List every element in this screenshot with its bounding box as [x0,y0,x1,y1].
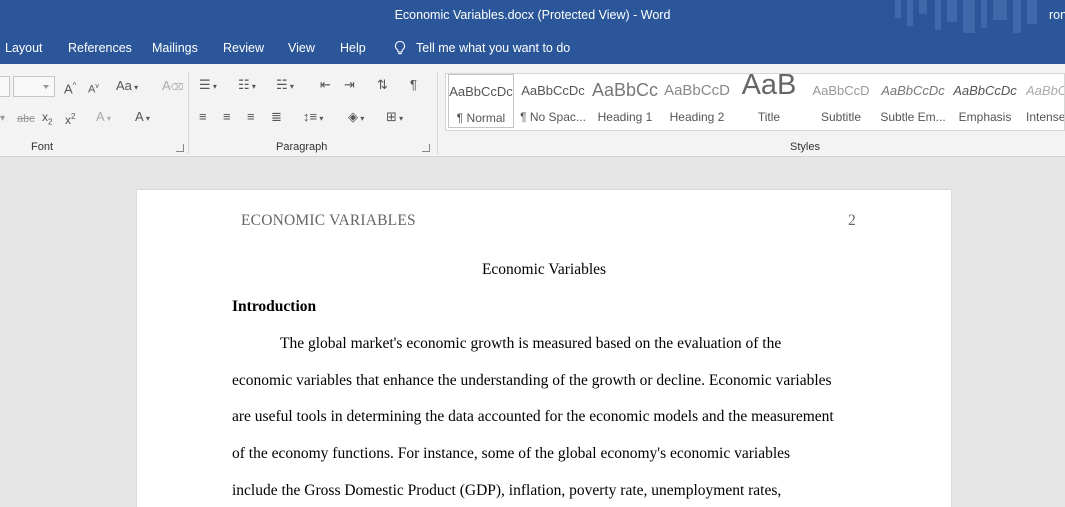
style-sample: AaBbCcDc [953,83,1017,98]
body-line: The global market's economic growth is m… [280,335,782,352]
style-sample: AaBbCcD [812,83,870,98]
style-name: Emphasis [958,110,1012,124]
style-name: Subtle Em... [880,110,946,124]
group-separator [437,72,438,154]
style-sample: AaBbCc [1026,83,1064,98]
section-heading: Introduction [232,298,317,315]
decrease-indent-icon[interactable]: ⇤ [320,77,331,93]
style-no-spacing[interactable]: AaBbCcDc ¶ No Spac... [520,74,586,128]
tell-me-search[interactable]: Tell me what you want to do [393,40,570,56]
style-heading-2[interactable]: AaBbCcD Heading 2 [664,74,730,128]
numbering-icon[interactable]: ☷ ▾ [238,77,256,95]
subscript-icon[interactable]: x2 [42,109,52,130]
document-title: Economic Variables [481,261,607,278]
clear-formatting-icon[interactable]: A⌫ [162,78,183,95]
tab-layout[interactable]: Layout [5,41,43,55]
style-sample: AaBbCcDc [521,83,585,98]
bullets-icon[interactable]: ☰ ▾ [199,77,217,95]
style-intense[interactable]: AaBbCc Intense [1024,74,1065,128]
style-sample: AaBbCcDc [449,84,513,99]
running-head: ECONOMIC VARIABLES [241,212,416,229]
align-center-icon[interactable]: ≡ [223,109,231,125]
title-bar: Economic Variables.docx (Protected View)… [0,0,1065,33]
ribbon-tabs: Layout References Mailings Review View H… [0,33,1065,64]
window-title: Economic Variables.docx (Protected View)… [394,8,671,22]
style-subtitle[interactable]: AaBbCcD Subtitle [808,74,874,128]
sort-icon[interactable]: ⇅ [377,77,388,93]
paragraph-group-label: Paragraph [276,141,328,153]
tab-help[interactable]: Help [340,41,366,55]
styles-group-label: Styles [790,141,820,153]
tab-review[interactable]: Review [223,41,264,55]
style-name: Title [757,110,781,124]
page-number: 2 [848,212,856,229]
tab-view[interactable]: View [288,41,315,55]
account-name[interactable]: ron [1049,8,1065,22]
font-dialog-launcher[interactable] [176,144,184,152]
underline-dropdown-icon[interactable]: ▾ [0,111,5,127]
lightbulb-icon [394,40,406,55]
styles-gallery: AaBbCcDc ¶ Normal AaBbCcDc ¶ No Spac... … [445,73,1065,131]
style-name: ¶ No Spac... [520,110,586,124]
style-title[interactable]: AaB Title [736,74,802,128]
borders-icon[interactable]: ⊞ ▾ [386,109,403,127]
font-group-label: Font [31,141,54,153]
justify-icon[interactable]: ≣ [271,109,282,125]
show-formatting-icon[interactable]: ¶ [410,77,417,93]
tell-me-label: Tell me what you want to do [416,41,571,55]
body-line: are useful tools in determining the data… [232,408,834,425]
style-subtle-emphasis[interactable]: AaBbCcDc Subtle Em... [880,74,946,128]
body-line: economic variables that enhance the unde… [232,372,832,389]
multilevel-list-icon[interactable]: ☵ ▾ [276,77,294,95]
font-size-field[interactable] [13,76,55,97]
style-normal[interactable]: AaBbCcDc ¶ Normal [448,74,514,128]
style-name: ¶ Normal [456,111,506,125]
align-right-icon[interactable]: ≡ [247,109,255,125]
style-name: Heading 2 [669,110,725,124]
document-page[interactable]: ECONOMIC VARIABLES 2 Economic Variables … [137,190,951,507]
style-sample: AaB [741,74,797,101]
tab-mailings[interactable]: Mailings [152,41,198,55]
style-emphasis[interactable]: AaBbCcDc Emphasis [952,74,1018,128]
style-name: Subtitle [820,110,862,124]
style-heading-1[interactable]: AaBbCc Heading 1 [592,74,658,128]
style-name: Intense [1026,110,1065,124]
superscript-icon[interactable]: x2 [65,109,75,128]
strikethrough-icon[interactable]: abc [17,111,35,127]
style-sample: AaBbCc [592,80,658,100]
group-separator [188,72,189,154]
change-case-icon[interactable]: Aa ▾ [116,78,138,96]
body-line: include the Gross Domestic Product (GDP)… [232,482,782,499]
paragraph-dialog-launcher[interactable] [422,144,430,152]
font-name-field[interactable] [0,76,10,97]
style-name: Heading 1 [597,110,653,124]
body-line: of the economy functions. For instance, … [232,445,791,462]
text-effects-icon[interactable]: A ▾ [96,109,111,127]
grow-font-icon[interactable]: A^ [64,78,76,97]
line-spacing-icon[interactable]: ↕≡ ▾ [303,109,323,127]
shading-icon[interactable]: ◈ ▾ [348,109,364,127]
increase-indent-icon[interactable]: ⇥ [344,77,355,93]
ribbon: A^ Av Aa ▾ A⌫ ▾ abc x2 x2 A ▾ A ▾ Font ☰… [0,64,1065,157]
style-sample: AaBbCcDc [881,83,945,98]
align-left-icon[interactable]: ≡ [199,109,207,125]
shrink-font-icon[interactable]: Av [88,79,99,98]
style-sample: AaBbCcD [664,82,730,99]
font-color-icon[interactable]: A ▾ [135,109,150,127]
tab-references[interactable]: References [68,41,132,55]
